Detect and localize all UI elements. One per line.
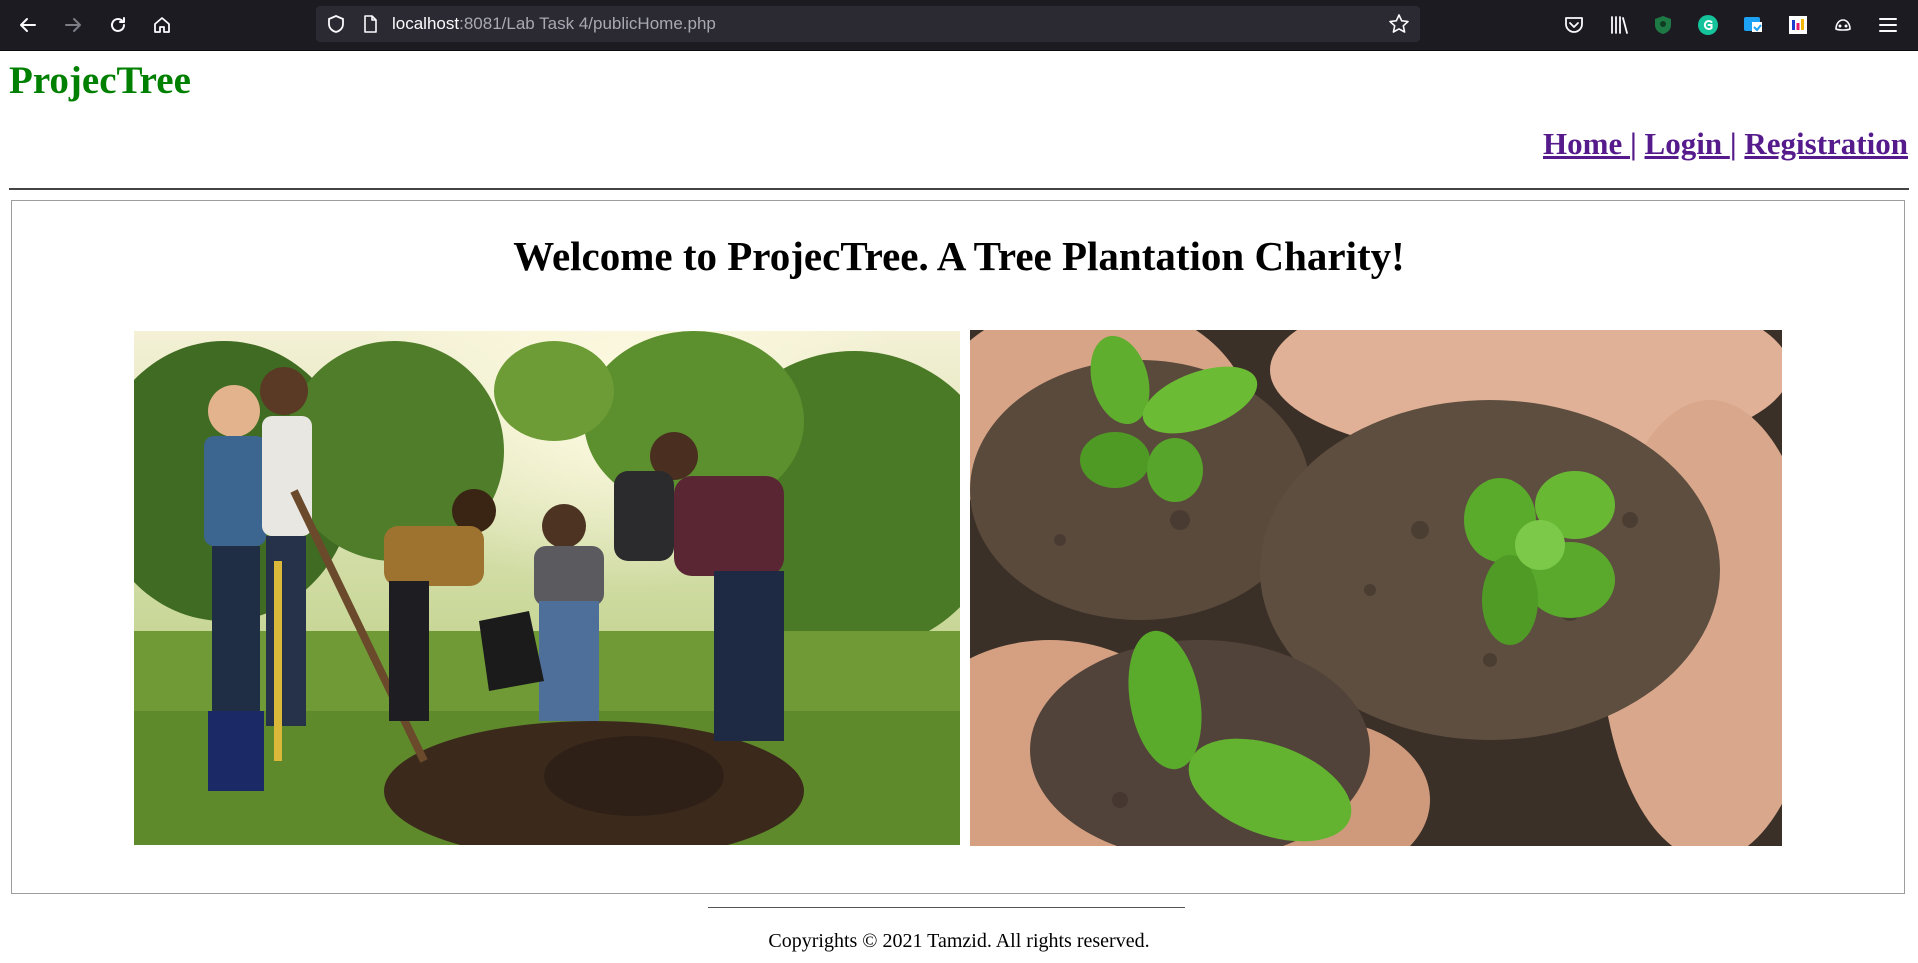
menu-icon[interactable] [1876, 13, 1900, 37]
url-path: :8081/Lab Task 4/publicHome.php [459, 14, 716, 33]
bookmark-star-icon[interactable] [1388, 13, 1410, 35]
url-text: localhost:8081/Lab Task 4/publicHome.php [392, 14, 716, 34]
nav-link-home[interactable]: Home [1543, 126, 1630, 161]
seedling-hands-photo [970, 330, 1782, 846]
top-navigation: Home | Login | Registration [1543, 126, 1908, 162]
shield-icon[interactable] [326, 14, 346, 34]
footer-copyright: Copyrights © 2021 Tamzid. All rights res… [768, 930, 1150, 952]
browser-toolbar: localhost:8081/Lab Task 4/publicHome.php [0, 0, 1918, 51]
tree-planting-photo [134, 331, 960, 845]
welcome-heading: Welcome to ProjecTree. A Tree Plantation… [513, 233, 1405, 279]
page-icon[interactable] [360, 14, 380, 34]
reload-icon[interactable] [102, 10, 134, 40]
library-icon[interactable] [1607, 13, 1631, 37]
grammarly-icon[interactable] [1696, 13, 1720, 37]
nav-separator: | [1629, 126, 1637, 161]
url-host: localhost [392, 14, 460, 33]
home-icon[interactable] [146, 10, 178, 40]
extension-game-icon[interactable] [1831, 13, 1855, 37]
footer-divider [708, 907, 1185, 908]
pocket-icon[interactable] [1562, 13, 1586, 37]
extension-icon[interactable] [1741, 13, 1765, 37]
header-divider [9, 188, 1909, 190]
extension-shield-icon[interactable] [1651, 13, 1675, 37]
site-logo: ProjecTree [9, 59, 191, 102]
back-icon[interactable] [12, 10, 44, 40]
address-bar[interactable]: localhost:8081/Lab Task 4/publicHome.php [316, 6, 1420, 42]
nav-link-registration[interactable]: Registration [1744, 126, 1908, 161]
nav-link-login[interactable]: Login [1645, 126, 1730, 161]
forward-icon[interactable] [57, 10, 89, 40]
extension-color-icon[interactable] [1786, 13, 1810, 37]
nav-separator: | [1729, 126, 1737, 161]
